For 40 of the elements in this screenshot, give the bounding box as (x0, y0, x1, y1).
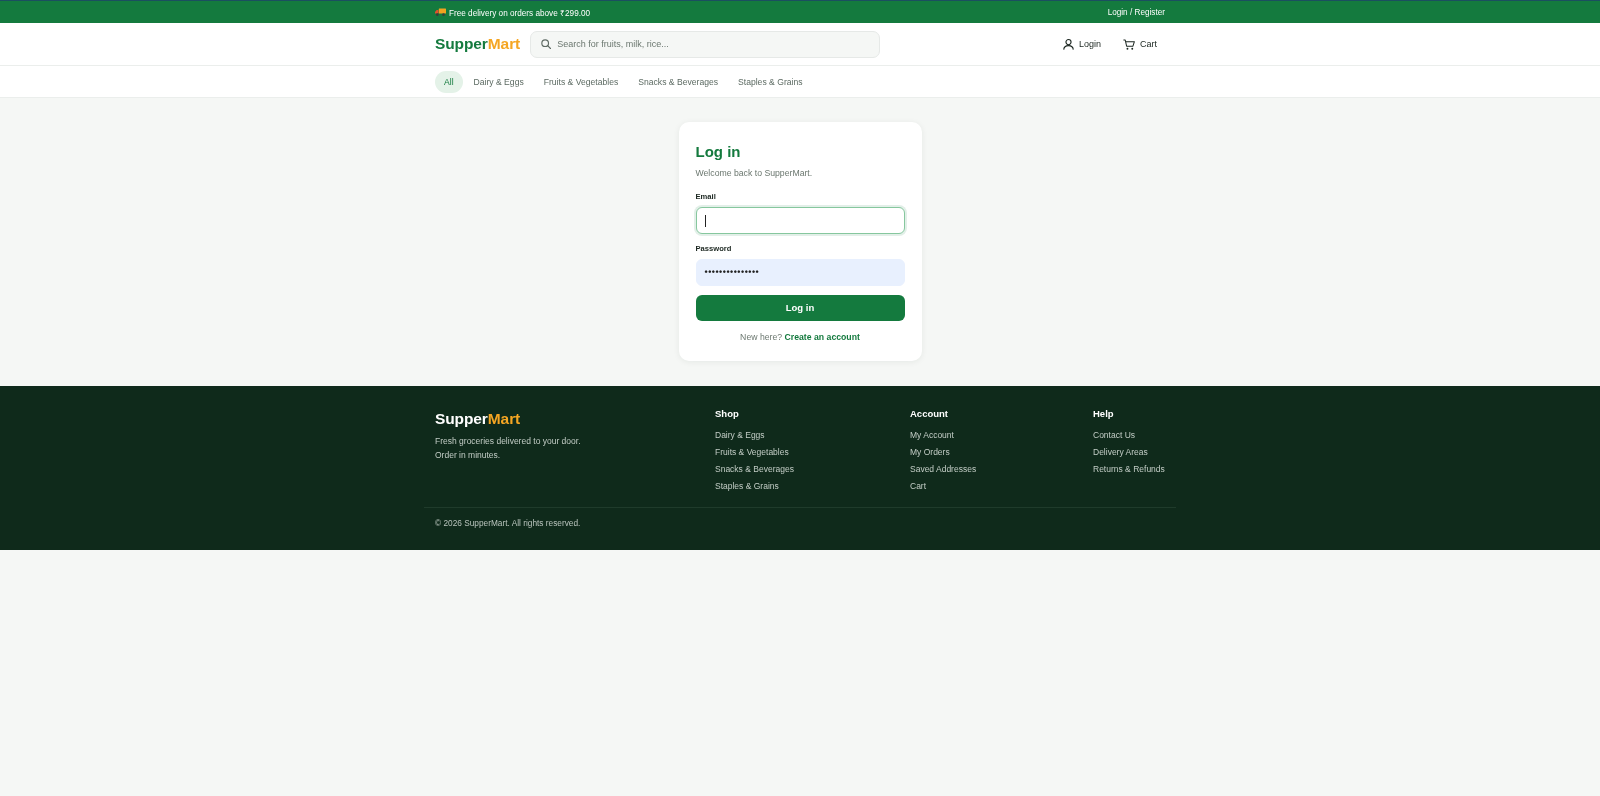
login-link[interactable]: Login (1062, 38, 1101, 50)
logo[interactable]: SupperMart (435, 35, 521, 53)
cart-icon (1123, 38, 1135, 50)
user-icon (1062, 38, 1074, 50)
footer-link[interactable]: Returns & Refunds (1093, 461, 1165, 478)
copyright-text: © 2026 SupperMart. All rights reserved. (435, 517, 582, 529)
footer-link[interactable]: Fruits & Vegetables (715, 444, 789, 461)
category-tab[interactable]: All (435, 70, 463, 93)
footer-logo[interactable]: SupperMart (435, 409, 521, 428)
category-tab[interactable]: Snacks & Beverages (629, 70, 728, 93)
footer-heading: Shop (715, 406, 739, 421)
email-field[interactable] (695, 207, 905, 234)
signup-prompt: New here? Create an account (739, 330, 861, 343)
footer-link[interactable]: Contact Us (1093, 427, 1136, 444)
promo-text: Free delivery on orders above ₹299.00 (449, 7, 591, 18)
category-tab[interactable]: Staples & Grains (729, 70, 812, 93)
category-tab[interactable]: Fruits & Vegetables (534, 70, 628, 93)
search-field[interactable]: Search for fruits, milk, rice... (530, 30, 881, 58)
text-cursor-icon (704, 214, 706, 227)
login-button[interactable]: Log in (695, 294, 905, 321)
footer-link[interactable]: Cart (910, 478, 927, 495)
footer-link[interactable]: Snacks & Beverages (715, 461, 794, 478)
footer-heading: Account (910, 406, 948, 421)
footer-link[interactable]: My Orders (910, 444, 950, 461)
category-tab[interactable]: Dairy & Eggs (464, 70, 533, 93)
password-field[interactable]: ••••••••••••••• (695, 258, 905, 286)
cart-link[interactable]: Cart (1123, 38, 1157, 50)
login-title: Log in (695, 143, 742, 161)
tagline: Fresh groceries delivered to your door. Order in minutes. (435, 434, 582, 462)
footer-link[interactable]: Staples & Grains (715, 478, 779, 495)
footer-link[interactable]: Saved Addresses (910, 461, 977, 478)
search-icon (541, 39, 552, 49)
footer-heading: Help (1093, 406, 1114, 421)
welcome-text: Welcome back to SupperMart. (695, 167, 814, 179)
truck-icon (435, 8, 446, 16)
footer-link[interactable]: Delivery Areas (1093, 444, 1148, 461)
create-account-link[interactable]: Create an account (784, 331, 860, 342)
login-register-link[interactable]: Login / Register (1107, 7, 1165, 17)
footer-link[interactable]: Dairy & Eggs (715, 427, 765, 444)
footer-link[interactable]: My Account (910, 427, 954, 444)
